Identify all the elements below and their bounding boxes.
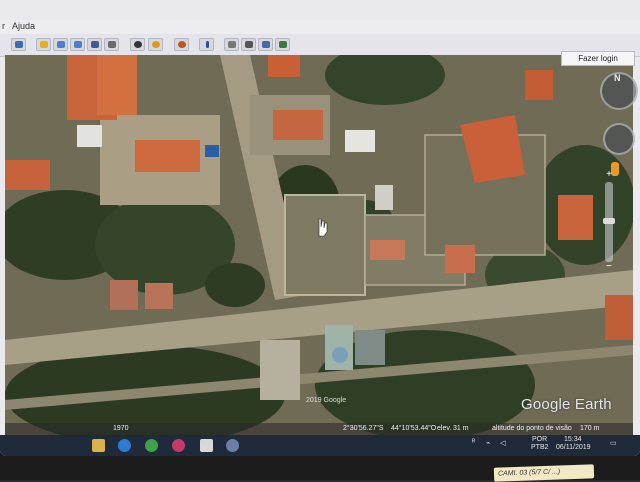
toolbar	[0, 34, 640, 57]
menu-item-help[interactable]: Ajuda	[12, 21, 35, 31]
eye-altitude-label: altitude do ponto de visão	[492, 425, 572, 432]
google-earth-taskbar-icon[interactable]	[226, 439, 239, 452]
store-icon[interactable]	[200, 439, 213, 452]
historical-year[interactable]: 1970	[113, 425, 129, 432]
compass-navigation[interactable]: N	[600, 72, 638, 110]
clock-time[interactable]: 15:34	[564, 436, 582, 443]
history-icon[interactable]	[130, 38, 145, 51]
tray-network-icon[interactable]: ⌁	[486, 439, 490, 447]
path-icon[interactable]	[70, 38, 85, 51]
eye-altitude-value: 170 m	[580, 425, 600, 432]
zoom-slider-knob[interactable]	[603, 218, 615, 224]
chrome-icon[interactable]	[145, 439, 158, 452]
look-control[interactable]	[603, 123, 635, 155]
keyboard-layout[interactable]: PTB2	[531, 444, 549, 451]
zoom-slider[interactable]: + −	[603, 170, 615, 272]
sidebar-icon[interactable]	[11, 38, 26, 51]
overlay-icon[interactable]	[87, 38, 102, 51]
tour-icon[interactable]	[104, 38, 119, 51]
sign-in-button[interactable]: Fazer login	[561, 51, 635, 66]
maps-icon[interactable]	[275, 38, 290, 51]
polygon-icon[interactable]	[53, 38, 68, 51]
zoom-out-icon[interactable]: −	[603, 262, 615, 272]
google-earth-watermark: Google Earth	[521, 396, 612, 413]
imagery-copyright: 2019 Google	[306, 397, 347, 404]
zoom-in-icon[interactable]: +	[603, 170, 615, 180]
windows-taskbar: ᴿ ⌁ ◁ POR PTB2 15:34 06/11/2019 ▭	[0, 435, 640, 456]
sun-icon[interactable]	[148, 38, 163, 51]
satellite-imagery	[5, 55, 633, 435]
elevation-value: 31 m	[453, 425, 469, 432]
menu-bar: r Ajuda	[0, 20, 640, 34]
ruler-icon[interactable]	[199, 38, 214, 51]
latitude-readout: 2°30'56.27"S	[343, 425, 384, 432]
app-icon[interactable]	[172, 439, 185, 452]
tray-people-icon[interactable]: ᴿ	[472, 439, 475, 446]
longitude-readout: 44°10'53.44"O	[391, 425, 437, 432]
email-icon[interactable]	[224, 38, 239, 51]
planet-icon[interactable]	[174, 38, 189, 51]
screen: r Ajuda 2019 Google Google Earth Fazer l…	[0, 0, 640, 456]
file-explorer-icon[interactable]	[92, 439, 105, 452]
satellite-map-view[interactable]: 2019 Google Google Earth	[5, 55, 633, 435]
placemark-icon[interactable]	[36, 38, 51, 51]
north-indicator: N	[614, 73, 621, 83]
print-icon[interactable]	[241, 38, 256, 51]
input-language[interactable]: POR	[532, 436, 547, 443]
clock-date[interactable]: 06/11/2019	[556, 444, 591, 451]
save-image-icon[interactable]	[258, 38, 273, 51]
menu-item-fragment[interactable]: r	[2, 21, 5, 31]
elevation-label: elev.	[437, 425, 452, 432]
tray-volume-icon[interactable]: ◁	[500, 439, 505, 447]
status-bar: 1970 2°30'56.27"S 44°10'53.44"O elev. 31…	[5, 423, 633, 435]
edge-browser-icon[interactable]	[118, 439, 131, 452]
notification-icon[interactable]: ▭	[610, 439, 617, 447]
